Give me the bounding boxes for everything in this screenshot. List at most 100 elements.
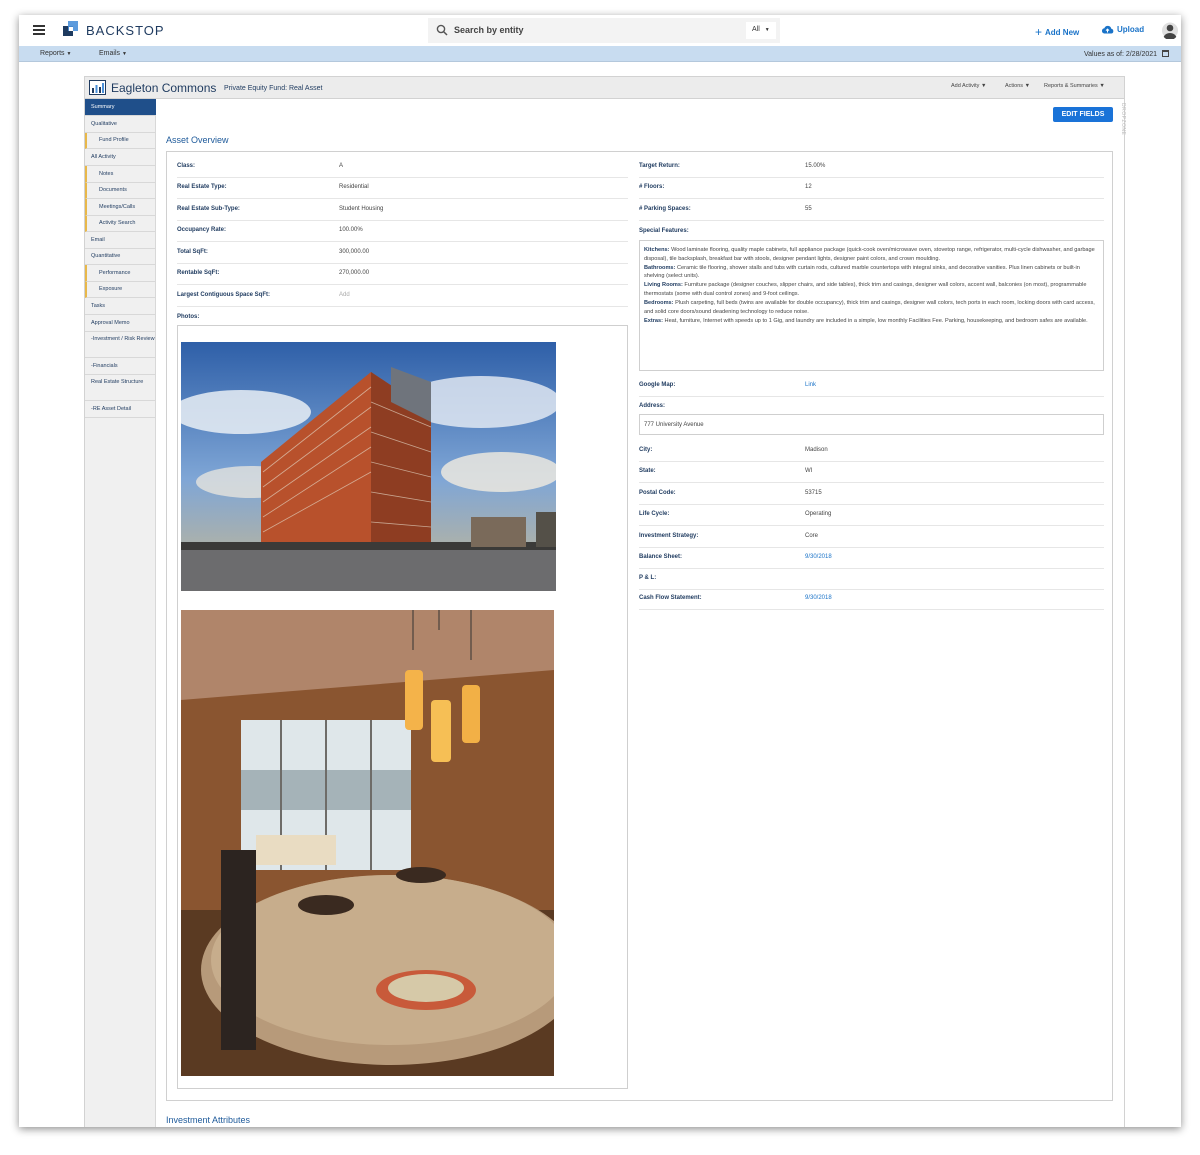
edit-fields-button[interactable]: EDIT FIELDS <box>1053 107 1113 122</box>
field-value: 15.00% <box>805 163 826 169</box>
feature-title: Kitchens: <box>644 247 670 253</box>
sidebar-item-approval-memo[interactable]: Approval Memo <box>85 315 156 332</box>
feature-text: Wood laminate flooring, quality maple ca… <box>644 247 1095 262</box>
field-label: Rentable SqFt: <box>177 270 220 276</box>
add-value-link[interactable]: Add <box>339 292 350 298</box>
sidebar-item-activity-search[interactable]: Activity Search <box>85 216 156 232</box>
field-label: P & L: <box>639 575 657 581</box>
sidebar-item-tasks[interactable]: Tasks <box>85 298 156 315</box>
feature-text: Ceramic tile flooring, shower stalls and… <box>644 264 1080 280</box>
feature-title: Bathrooms: <box>644 264 676 271</box>
sidebar-item-all-activity[interactable]: All Activity <box>85 149 156 166</box>
cash-flow-statement-link[interactable]: 9/30/2018 <box>805 595 832 601</box>
field-label: Postal Code: <box>639 490 676 496</box>
sidebar-item-notes[interactable]: Notes <box>85 166 156 183</box>
plus-icon: + <box>1035 25 1043 39</box>
entity-subtitle: Private Equity Fund: Real Asset <box>224 85 323 92</box>
sidebar-item-investment-risk-review[interactable]: -Investment / Risk Review <box>85 332 156 358</box>
field-label: Class: <box>177 163 196 169</box>
interior-dining-photo[interactable] <box>181 610 554 1076</box>
feature-paragraph: Extras: Heat, furniture, Internet with s… <box>644 317 1099 326</box>
chevron-down-icon: ▼ <box>764 27 770 33</box>
actions-menu[interactable]: Actions ▼ <box>1005 83 1030 89</box>
field-row: Postal Code: 53715 <box>639 484 1104 505</box>
sidebar-item-summary[interactable]: Summary <box>85 99 156 116</box>
sidebar-item-documents[interactable]: Documents <box>85 183 156 199</box>
feature-title: Extras: <box>644 317 663 324</box>
app-window: BACKSTOP Search by entity All ▼ + Add New… <box>19 15 1181 1127</box>
main-content: EDIT FIELDS DROPZONE Asset Overview Clas… <box>157 99 1126 1127</box>
values-as-of-date[interactable]: Values as of: 2/28/2021 <box>1084 50 1169 58</box>
values-as-of-label: Values as of: 2/28/2021 <box>1084 51 1158 58</box>
field-row: Class: A <box>177 157 628 178</box>
entity-frame: Eagleton Commons Private Equity Fund: Re… <box>84 76 1126 1127</box>
feature-paragraph: Living Rooms: Furniture package (designe… <box>644 281 1099 299</box>
sidebar-item-exposure[interactable]: Exposure <box>85 282 156 298</box>
search-input[interactable]: Search by entity <box>454 25 524 35</box>
sidebar-item-performance[interactable]: Performance <box>85 265 156 282</box>
field-value: Residential <box>339 184 369 190</box>
sidebar-item-real-estate-structure[interactable]: Real Estate Structure <box>85 375 156 401</box>
emails-menu-label: Emails <box>99 50 121 57</box>
field-row: Google Map: Link <box>639 376 1104 397</box>
backstop-logo-icon <box>63 21 78 36</box>
address-field[interactable]: 777 University Avenue <box>639 414 1104 435</box>
google-map-link[interactable]: Link <box>805 382 816 388</box>
field-label: State: <box>639 468 656 474</box>
field-row: State: WI <box>639 462 1104 483</box>
field-value: A <box>339 163 344 169</box>
sidebar-item-re-asset-detail[interactable]: -RE Asset Detail <box>85 401 156 418</box>
field-value: 300,000.00 <box>339 249 370 255</box>
calendar-icon <box>1162 50 1169 57</box>
sidebar-item-meetings-calls[interactable]: Meetings/Calls <box>85 199 156 216</box>
balance-sheet-link[interactable]: 9/30/2018 <box>805 554 832 560</box>
field-row: Real Estate Type: Residential <box>177 178 628 199</box>
sidebar-item-email[interactable]: Email <box>85 232 156 249</box>
user-avatar-icon[interactable] <box>1162 22 1178 39</box>
add-new-label: Add New <box>1045 28 1080 37</box>
entity-sidebar: Summary Qualitative Fund Profile All Act… <box>85 99 156 1127</box>
special-features-text[interactable]: Kitchens: Wood laminate flooring, qualit… <box>639 240 1104 371</box>
field-value: Operating <box>805 511 832 517</box>
chevron-down-icon: ▼ <box>121 51 127 57</box>
reports-summaries-menu[interactable]: Reports & Summaries ▼ <box>1044 83 1105 89</box>
dropzone-label[interactable]: DROPZONE <box>1120 103 1126 135</box>
reports-menu-label: Reports <box>40 50 65 57</box>
asset-overview-heading: Asset Overview <box>166 135 229 145</box>
field-label: Total SqFt: <box>177 249 208 255</box>
sidebar-item-fund-profile[interactable]: Fund Profile <box>85 133 156 149</box>
investment-attributes-heading: Investment Attributes <box>166 1115 251 1125</box>
search-icon <box>436 24 448 36</box>
field-label: Largest Contiguous Space SqFt: <box>177 292 271 298</box>
cloud-upload-icon <box>1101 25 1114 34</box>
field-label: Cash Flow Statement: <box>639 595 702 601</box>
address-label: Address: <box>639 403 666 409</box>
add-activity-menu[interactable]: Add Activity ▼ <box>951 83 986 89</box>
sidebar-item-qualitative[interactable]: Qualitative <box>85 116 156 133</box>
add-new-button[interactable]: + Add New <box>1035 25 1079 39</box>
field-value: 100.00% <box>339 227 363 233</box>
brand-name[interactable]: BACKSTOP <box>86 23 165 38</box>
field-value: Madison <box>805 447 828 453</box>
field-label: Google Map: <box>639 382 676 388</box>
reports-summaries-label: Reports & Summaries <box>1044 83 1098 89</box>
reports-menu[interactable]: Reports ▼ <box>40 50 71 57</box>
field-row: # Floors: 12 <box>639 178 1104 199</box>
field-row: Life Cycle: Operating <box>639 505 1104 526</box>
entity-title: Eagleton Commons <box>111 81 217 95</box>
field-row: Balance Sheet: 9/30/2018 <box>639 548 1104 569</box>
actions-label: Actions <box>1005 83 1024 89</box>
field-row: Occupancy Rate: 100.00% <box>177 221 628 242</box>
hamburger-menu-icon[interactable] <box>33 25 45 35</box>
field-row: City: Madison <box>639 441 1104 462</box>
special-features-label: Special Features: <box>639 228 689 234</box>
emails-menu[interactable]: Emails ▼ <box>99 50 127 57</box>
sidebar-item-quantitative[interactable]: Quantitative <box>85 249 156 265</box>
top-bar: BACKSTOP Search by entity All ▼ + Add New… <box>19 15 1181 46</box>
upload-button[interactable]: Upload <box>1101 25 1144 34</box>
building-exterior-photo[interactable] <box>181 342 556 591</box>
search-scope-dropdown[interactable]: All ▼ <box>746 22 776 39</box>
search-bar[interactable]: Search by entity All ▼ <box>428 18 780 43</box>
sidebar-item-financials[interactable]: -Financials <box>85 358 156 375</box>
field-label: Occupancy Rate: <box>177 227 227 233</box>
